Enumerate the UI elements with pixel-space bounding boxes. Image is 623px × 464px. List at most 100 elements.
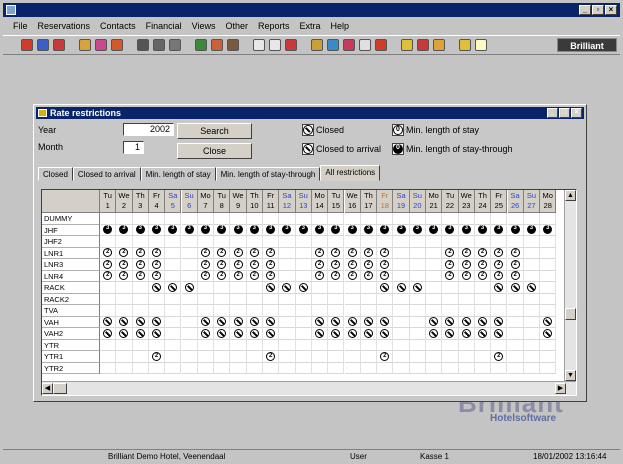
restriction-cell[interactable]: 2 bbox=[132, 259, 149, 271]
restriction-cell[interactable] bbox=[311, 293, 329, 305]
restriction-cell[interactable] bbox=[491, 328, 508, 340]
restriction-cell[interactable] bbox=[246, 305, 263, 317]
scroll-thumb[interactable] bbox=[565, 308, 576, 320]
restriction-cell[interactable] bbox=[458, 236, 475, 248]
restriction-cell[interactable] bbox=[409, 213, 426, 225]
restriction-cell[interactable] bbox=[230, 305, 247, 317]
restriction-cell[interactable] bbox=[540, 282, 557, 294]
restriction-cell[interactable] bbox=[148, 236, 166, 248]
restriction-cell[interactable] bbox=[148, 339, 166, 351]
day-header[interactable]: Fr 11 bbox=[263, 190, 280, 213]
restriction-cell[interactable] bbox=[442, 282, 459, 294]
restriction-cell[interactable] bbox=[263, 282, 280, 294]
rate-code-label[interactable]: LNR4 bbox=[42, 270, 100, 282]
restriction-cell[interactable] bbox=[197, 305, 215, 317]
restriction-cell[interactable] bbox=[132, 293, 149, 305]
restriction-cell[interactable]: 3 bbox=[295, 224, 312, 236]
tools-icon[interactable] bbox=[311, 39, 323, 51]
restriction-cell[interactable] bbox=[360, 362, 378, 374]
restriction-cell[interactable] bbox=[165, 247, 182, 259]
restriction-cell[interactable]: 3 bbox=[507, 224, 524, 236]
restriction-cell[interactable]: 2 bbox=[442, 247, 459, 259]
restriction-cell[interactable] bbox=[148, 213, 166, 225]
restriction-cell[interactable]: 2 bbox=[377, 259, 394, 271]
restriction-cell[interactable] bbox=[507, 236, 524, 248]
restriction-cell[interactable] bbox=[442, 328, 459, 340]
restriction-cell[interactable] bbox=[295, 328, 312, 340]
restriction-cell[interactable] bbox=[116, 236, 133, 248]
restriction-cell[interactable] bbox=[311, 316, 329, 328]
menu-contacts[interactable]: Contacts bbox=[100, 19, 136, 33]
restriction-cell[interactable] bbox=[474, 362, 492, 374]
restriction-cell[interactable] bbox=[295, 351, 312, 363]
restriction-cell[interactable] bbox=[263, 339, 280, 351]
restriction-cell[interactable] bbox=[507, 362, 524, 374]
tab-min-length-of-stay[interactable]: Min. length of stay bbox=[140, 167, 216, 181]
restriction-cell[interactable] bbox=[197, 351, 215, 363]
restriction-cell[interactable] bbox=[230, 316, 247, 328]
restriction-cell[interactable] bbox=[132, 282, 149, 294]
restriction-cell[interactable]: 2 bbox=[148, 247, 166, 259]
restriction-cell[interactable] bbox=[100, 362, 117, 374]
restriction-cell[interactable] bbox=[214, 328, 231, 340]
restriction-cell[interactable] bbox=[230, 362, 247, 374]
restriction-cell[interactable] bbox=[132, 213, 149, 225]
restriction-cell[interactable] bbox=[116, 351, 133, 363]
restriction-cell[interactable] bbox=[116, 339, 133, 351]
restriction-cell[interactable] bbox=[165, 328, 182, 340]
tab-all-restrictions[interactable]: All restrictions bbox=[320, 165, 381, 181]
restriction-cell[interactable] bbox=[148, 282, 166, 294]
restriction-cell[interactable] bbox=[181, 282, 198, 294]
restriction-cell[interactable] bbox=[344, 213, 361, 225]
restriction-cell[interactable]: 2 bbox=[148, 259, 166, 271]
restriction-cell[interactable] bbox=[458, 351, 475, 363]
restriction-cell[interactable] bbox=[409, 270, 426, 282]
restriction-cell[interactable]: 3 bbox=[311, 224, 329, 236]
restriction-cell[interactable] bbox=[116, 328, 133, 340]
close-button[interactable]: × bbox=[605, 5, 617, 15]
restriction-cell[interactable]: 2 bbox=[197, 259, 215, 271]
restriction-cell[interactable] bbox=[148, 305, 166, 317]
day-header[interactable]: Th 17 bbox=[360, 190, 378, 213]
menu-other[interactable]: Other bbox=[225, 19, 248, 33]
restriction-cell[interactable]: 2 bbox=[458, 247, 475, 259]
month-field[interactable]: 1 bbox=[123, 141, 144, 154]
restriction-cell[interactable]: 2 bbox=[100, 270, 117, 282]
day-header[interactable]: Th 3 bbox=[132, 190, 149, 213]
restriction-cell[interactable] bbox=[409, 282, 426, 294]
restriction-cell[interactable]: 3 bbox=[426, 224, 443, 236]
restriction-cell[interactable]: 3 bbox=[148, 224, 166, 236]
day-header[interactable]: Tu 8 bbox=[214, 190, 231, 213]
rate-code-label[interactable]: TVA bbox=[42, 305, 100, 317]
restriction-cell[interactable] bbox=[409, 236, 426, 248]
restriction-cell[interactable] bbox=[426, 247, 443, 259]
restriction-cell[interactable] bbox=[458, 305, 475, 317]
restriction-cell[interactable] bbox=[181, 351, 198, 363]
restriction-cell[interactable] bbox=[344, 305, 361, 317]
restriction-cell[interactable] bbox=[100, 328, 117, 340]
room-icon[interactable] bbox=[111, 39, 123, 51]
restriction-cell[interactable]: 3 bbox=[458, 224, 475, 236]
restriction-cell[interactable] bbox=[426, 328, 443, 340]
restriction-cell[interactable] bbox=[474, 316, 492, 328]
restriction-cell[interactable]: 2 bbox=[100, 247, 117, 259]
restriction-cell[interactable] bbox=[426, 259, 443, 271]
restriction-cell[interactable]: 2 bbox=[507, 259, 524, 271]
restriction-cell[interactable]: 2 bbox=[360, 270, 378, 282]
restriction-cell[interactable] bbox=[197, 236, 215, 248]
restriction-cell[interactable] bbox=[507, 282, 524, 294]
restriction-cell[interactable] bbox=[279, 270, 296, 282]
rates-icon[interactable] bbox=[343, 39, 355, 51]
restriction-cell[interactable]: 2 bbox=[263, 351, 280, 363]
menu-views[interactable]: Views bbox=[192, 19, 216, 33]
dialog-close-button[interactable]: × bbox=[571, 108, 582, 118]
restriction-cell[interactable] bbox=[474, 305, 492, 317]
restriction-cell[interactable] bbox=[442, 236, 459, 248]
restriction-cell[interactable]: 3 bbox=[360, 224, 378, 236]
search-icon[interactable] bbox=[137, 39, 149, 51]
restriction-cell[interactable] bbox=[181, 293, 198, 305]
restriction-cell[interactable] bbox=[393, 362, 410, 374]
restriction-cell[interactable] bbox=[165, 270, 182, 282]
search-button[interactable]: Search bbox=[177, 123, 252, 139]
restriction-cell[interactable]: 2 bbox=[311, 259, 329, 271]
